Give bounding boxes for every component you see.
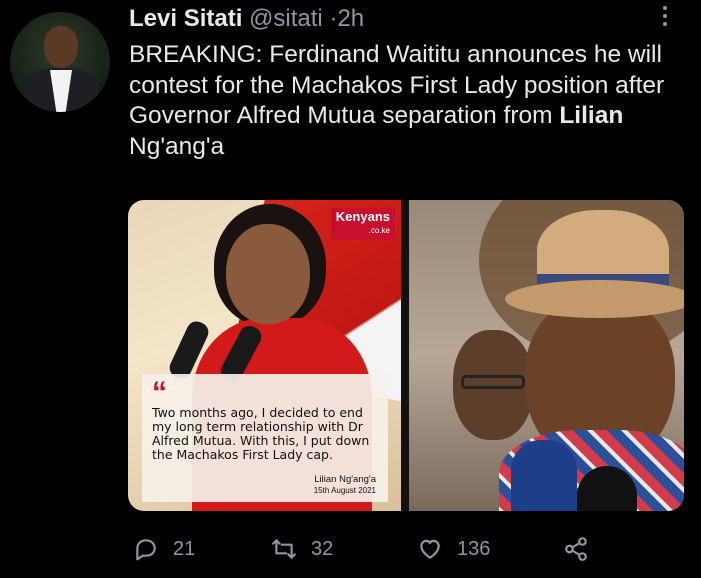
quote-author: Lilian Ng'ang'a	[314, 474, 376, 485]
author-name[interactable]: Levi Sitati	[129, 5, 242, 32]
author-avatar[interactable]	[10, 12, 110, 112]
reply-count: 21	[173, 537, 196, 560]
heart-icon	[420, 539, 440, 559]
share-icon	[565, 537, 587, 561]
media-image-left[interactable]: Kenyans .co.ke “ Two months ago, I decid…	[128, 200, 401, 511]
like-button[interactable]: 136	[417, 532, 490, 566]
mention-link[interactable]: Lilian	[559, 102, 623, 129]
share-button[interactable]	[563, 532, 603, 566]
quote-card: “ Two months ago, I decided to end my lo…	[142, 374, 388, 502]
retweet-icon	[272, 539, 296, 559]
reply-button[interactable]: 21	[133, 532, 195, 566]
tweet-actions: 21 32 136	[133, 532, 603, 566]
tweet-media: Kenyans .co.ke “ Two months ago, I decid…	[128, 200, 684, 511]
quote-signature: Lilian Ng'ang'a 15th August 2021	[314, 474, 376, 496]
tweet-text: BREAKING: Ferdinand Waititu announces he…	[129, 40, 689, 162]
retweet-button[interactable]: 32	[271, 532, 333, 566]
author-handle[interactable]: @sitati	[249, 5, 323, 32]
tweet-timestamp[interactable]: 2h	[337, 5, 364, 32]
media-image-right[interactable]	[409, 200, 684, 511]
quote-text: Two months ago, I decided to end my long…	[152, 405, 370, 462]
quote-mark-icon: “	[152, 376, 167, 409]
kenyans-watermark-logo: Kenyans .co.ke	[330, 208, 395, 240]
retweet-count: 32	[311, 537, 334, 560]
like-count: 136	[457, 537, 491, 560]
quote-date: 15th August 2021	[313, 486, 376, 495]
more-icon[interactable]	[660, 6, 670, 30]
tweet-header: Levi Sitati @sitati ·2h	[129, 4, 364, 34]
tweet-text-tail: Ng'ang'a	[129, 132, 225, 160]
reply-icon	[136, 539, 156, 561]
